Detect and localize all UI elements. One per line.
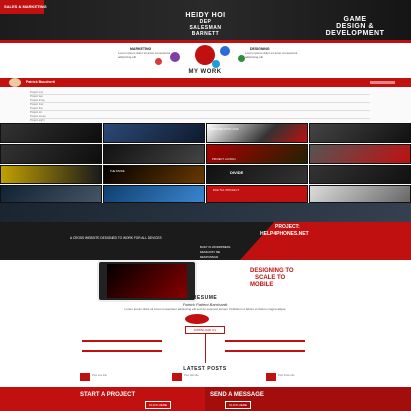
project-title-2: HELP4PHONES.NET [260,231,309,237]
skill-green-icon [238,55,245,62]
portfolio-tile[interactable] [0,185,102,203]
hero-right-title-3: DEVELOPMENT [325,30,385,37]
hero-left-title: SALES & MARKETING [4,4,47,9]
timeline-line [205,333,206,363]
resume-title: RESUME [192,295,218,301]
latest-posts-title: LATEST POSTS [183,366,227,372]
post-thumb[interactable] [266,373,276,381]
portfolio-tile[interactable] [206,165,308,184]
divider [30,118,370,119]
skills-right-text: Lorem ipsum dolor sit amet consectetur a… [245,51,298,59]
timeline-bar [225,340,305,342]
post-title[interactable]: Post one title [92,374,107,377]
send-message-title: SEND A MESSAGE [210,392,264,398]
skill-lightblue-icon [212,60,220,68]
timeline-bar [82,350,162,352]
portfolio-tile[interactable] [206,185,308,203]
divider [30,94,370,95]
portfolio-tile[interactable] [0,165,102,184]
list-item[interactable]: Project four [30,103,43,106]
portfolio-tile[interactable] [0,144,102,164]
project-bullet: DESIGN BY ME [200,250,221,254]
hero-center-title: HEIDY HOI [185,12,226,19]
start-project-title: START A PROJECT [80,392,136,398]
project-left-text: A CROSS WEBSITE DESIGNED TO WORK FOR ALL… [70,236,162,240]
tile-label: DESIGNED WITH LOVE [210,128,239,131]
start-project-button[interactable]: CLICK HERE [145,401,172,409]
hero-right-title-2: DESIGN & [336,23,374,30]
design-title-2: SCALE TO [255,275,286,281]
project-screenshot-strip [0,203,411,222]
divider [30,110,370,111]
hero-right-title-1: GAME [343,16,367,23]
tile-label: DIVIDE [230,170,244,175]
post-title[interactable]: Post two title [184,374,199,377]
list-item[interactable]: Project two [30,95,43,98]
post-thumb[interactable] [172,373,182,381]
timeline-bar [82,340,162,342]
list-item[interactable]: Project six [30,111,42,114]
portfolio-tile[interactable] [103,185,205,203]
portfolio-tile[interactable] [309,165,411,184]
skill-blue-icon [220,46,230,56]
portfolio-tile[interactable] [309,185,411,203]
design-title-3: MOBILE [250,282,274,288]
divider [30,102,370,103]
hero-center-sub3: BARNETT [191,31,220,37]
portfolio-tile[interactable] [206,123,308,143]
post-title[interactable]: Post three title [278,374,295,377]
portfolio-nav-label[interactable]: Patrick Boucherti [26,80,55,84]
list-item[interactable]: Project eight [30,119,44,122]
portfolio-tile[interactable] [103,123,205,143]
portfolio-title: MY WORK [188,69,222,75]
send-message-button[interactable]: CLICK HERE [225,401,252,409]
post-thumb[interactable] [80,373,90,381]
skills-left-text: Lorem ipsum dolor sit amet consectetur a… [118,51,171,59]
skill-red-icon [155,58,162,65]
portfolio-tile[interactable] [0,123,102,143]
tile-label: PROJECT LAUNCH [212,158,236,161]
portfolio-tile[interactable] [309,123,411,143]
tile-label: DIGITAL PROJECT [213,189,240,192]
tile-label: THE DIVIDE [110,170,125,173]
portfolio-tile[interactable] [309,144,411,164]
nav-menu-icon[interactable] [370,81,395,84]
project-bullet: BUILT IN WORDPRESS [200,245,231,249]
portfolio-tile[interactable] [103,165,205,184]
project-list: Project one Project two Project three Pr… [0,87,411,123]
portfolio-tile[interactable] [103,144,205,164]
hero-underline [0,40,411,43]
resume-logo-icon [185,314,209,324]
project-title-1: PROJECT: [275,224,300,230]
resume-intro: Lorem ipsum dolor sit amet consectetur a… [124,307,286,311]
phone-screen [107,264,187,298]
portfolio-nav-bar [0,78,411,87]
design-title-1: DESIGNING TO [250,268,294,274]
footer-start [0,387,205,411]
avatar [9,78,21,87]
project-bullet: RESPONSIVE [200,255,219,259]
timeline-bar [225,350,305,352]
portfolio-tile[interactable] [206,144,308,164]
